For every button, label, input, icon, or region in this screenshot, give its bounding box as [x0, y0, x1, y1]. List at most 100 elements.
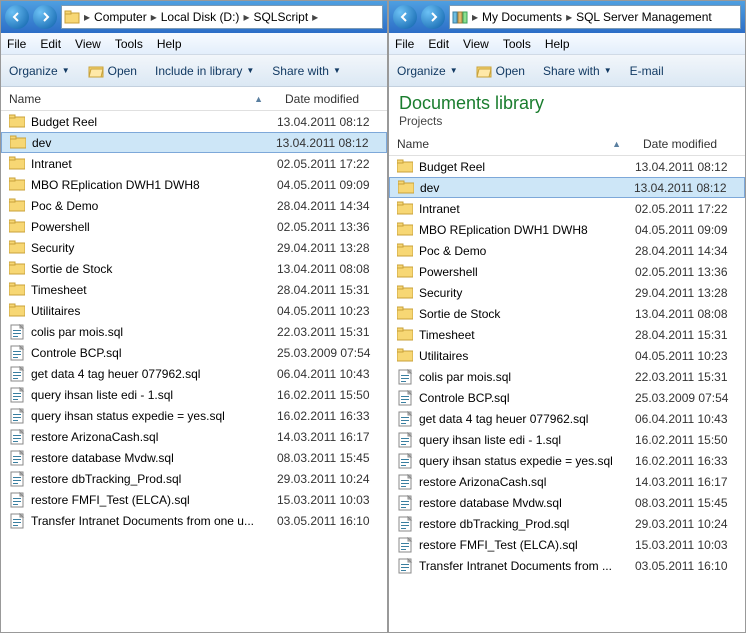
file-row[interactable]: Budget Reel13.04.2011 08:12 [389, 156, 745, 177]
explorer-window-right: ▸ My Documents ▸ SQL Server Management F… [388, 0, 746, 633]
back-button[interactable] [393, 5, 417, 29]
file-row[interactable]: query ihsan liste edi - 1.sql16.02.2011 … [1, 384, 387, 405]
chevron-right-icon[interactable]: ▸ [564, 10, 574, 24]
file-name: Security [31, 241, 277, 255]
file-row[interactable]: Controle BCP.sql25.03.2009 07:54 [389, 387, 745, 408]
file-row[interactable]: Poc & Demo28.04.2011 14:34 [389, 240, 745, 261]
share-with-button[interactable]: Share with▼ [543, 64, 612, 78]
menu-view[interactable]: View [463, 37, 489, 51]
file-row[interactable]: Sortie de Stock13.04.2011 08:08 [1, 258, 387, 279]
column-date[interactable]: Date modified [277, 92, 387, 106]
file-row[interactable]: restore ArizonaCash.sql14.03.2011 16:17 [1, 426, 387, 447]
file-row[interactable]: get data 4 tag heuer 077962.sql06.04.201… [1, 363, 387, 384]
chevron-right-icon[interactable]: ▸ [470, 10, 480, 24]
file-row[interactable]: get data 4 tag heuer 077962.sql06.04.201… [389, 408, 745, 429]
file-row[interactable]: colis par mois.sql22.03.2011 15:31 [389, 366, 745, 387]
file-row[interactable]: Security29.04.2011 13:28 [389, 282, 745, 303]
breadcrumb[interactable]: ▸ Computer ▸ Local Disk (D:) ▸ SQLScript… [61, 5, 383, 29]
file-row[interactable]: query ihsan liste edi - 1.sql16.02.2011 … [389, 429, 745, 450]
file-date: 28.04.2011 14:34 [277, 199, 387, 213]
breadcrumb[interactable]: ▸ My Documents ▸ SQL Server Management [449, 5, 741, 29]
folder-open-icon [88, 64, 104, 78]
menu-help[interactable]: Help [545, 37, 570, 51]
file-row[interactable]: restore ArizonaCash.sql14.03.2011 16:17 [389, 471, 745, 492]
organize-button[interactable]: Organize▼ [9, 64, 70, 78]
file-row[interactable]: dev13.04.2011 08:12 [389, 177, 745, 198]
file-row[interactable]: Utilitaires04.05.2011 10:23 [389, 345, 745, 366]
file-date: 03.05.2011 16:10 [277, 514, 387, 528]
folder-icon [397, 285, 413, 301]
file-row[interactable]: query ihsan status expedie = yes.sql16.0… [1, 405, 387, 426]
breadcrumb-segment[interactable]: SQL Server Management [574, 10, 714, 24]
menu-edit[interactable]: Edit [40, 37, 61, 51]
menu-tools[interactable]: Tools [503, 37, 531, 51]
file-row[interactable]: colis par mois.sql22.03.2011 15:31 [1, 321, 387, 342]
menu-file[interactable]: File [395, 37, 414, 51]
menu-file[interactable]: File [7, 37, 26, 51]
file-date: 15.03.2011 10:03 [635, 538, 745, 552]
file-row[interactable]: Transfer Intranet Documents from ...03.0… [389, 555, 745, 576]
file-row[interactable]: MBO REplication DWH1 DWH804.05.2011 09:0… [389, 219, 745, 240]
file-row[interactable]: query ihsan status expedie = yes.sql16.0… [389, 450, 745, 471]
file-row[interactable]: Poc & Demo28.04.2011 14:34 [1, 195, 387, 216]
file-list[interactable]: Budget Reel13.04.2011 08:12dev13.04.2011… [389, 156, 745, 632]
open-button[interactable]: Open [476, 64, 525, 78]
menu-tools[interactable]: Tools [115, 37, 143, 51]
file-date: 13.04.2011 08:12 [635, 160, 745, 174]
file-date: 04.05.2011 09:09 [277, 178, 387, 192]
file-row[interactable]: Budget Reel13.04.2011 08:12 [1, 111, 387, 132]
file-row[interactable]: Security29.04.2011 13:28 [1, 237, 387, 258]
chevron-right-icon[interactable]: ▸ [310, 10, 320, 24]
file-name: query ihsan status expedie = yes.sql [31, 409, 277, 423]
chevron-right-icon[interactable]: ▸ [149, 10, 159, 24]
file-row[interactable]: Timesheet28.04.2011 15:31 [1, 279, 387, 300]
file-row[interactable]: Sortie de Stock13.04.2011 08:08 [389, 303, 745, 324]
breadcrumb-segment[interactable]: My Documents [480, 10, 564, 24]
folder-icon [9, 177, 25, 193]
back-button[interactable] [5, 5, 29, 29]
open-button[interactable]: Open [88, 64, 137, 78]
email-button[interactable]: E-mail [630, 64, 664, 78]
file-row[interactable]: restore FMFI_Test (ELCA).sql15.03.2011 1… [389, 534, 745, 555]
file-name: restore dbTracking_Prod.sql [419, 517, 635, 531]
file-row[interactable]: Transfer Intranet Documents from one u..… [1, 510, 387, 531]
include-library-button[interactable]: Include in library▼ [155, 64, 254, 78]
file-row[interactable]: Intranet02.05.2011 17:22 [1, 153, 387, 174]
share-with-button[interactable]: Share with▼ [272, 64, 341, 78]
dropdown-icon: ▼ [333, 66, 341, 75]
file-row[interactable]: MBO REplication DWH1 DWH804.05.2011 09:0… [1, 174, 387, 195]
file-row[interactable]: Utilitaires04.05.2011 10:23 [1, 300, 387, 321]
file-row[interactable]: restore dbTracking_Prod.sql29.03.2011 10… [389, 513, 745, 534]
breadcrumb-segment[interactable]: SQLScript [251, 10, 310, 24]
column-name[interactable]: Name▲ [389, 137, 635, 151]
file-date: 06.04.2011 10:43 [277, 367, 387, 381]
organize-button[interactable]: Organize▼ [397, 64, 458, 78]
file-row[interactable]: Powershell02.05.2011 13:36 [1, 216, 387, 237]
menu-view[interactable]: View [75, 37, 101, 51]
file-name: get data 4 tag heuer 077962.sql [419, 412, 635, 426]
file-list[interactable]: Budget Reel13.04.2011 08:12dev13.04.2011… [1, 111, 387, 632]
file-row[interactable]: Intranet02.05.2011 17:22 [389, 198, 745, 219]
file-date: 04.05.2011 10:23 [635, 349, 745, 363]
file-row[interactable]: Timesheet28.04.2011 15:31 [389, 324, 745, 345]
file-name: Intranet [31, 157, 277, 171]
column-name[interactable]: Name▲ [1, 92, 277, 106]
file-row[interactable]: dev13.04.2011 08:12 [1, 132, 387, 153]
breadcrumb-segment[interactable]: Local Disk (D:) [159, 10, 242, 24]
menu-help[interactable]: Help [157, 37, 182, 51]
breadcrumb-segment[interactable]: Computer [92, 10, 149, 24]
column-date[interactable]: Date modified [635, 137, 745, 151]
chevron-right-icon[interactable]: ▸ [241, 10, 251, 24]
file-name: restore database Mvdw.sql [419, 496, 635, 510]
menu-edit[interactable]: Edit [428, 37, 449, 51]
file-row[interactable]: restore database Mvdw.sql08.03.2011 15:4… [1, 447, 387, 468]
file-row[interactable]: Controle BCP.sql25.03.2009 07:54 [1, 342, 387, 363]
forward-button[interactable] [421, 5, 445, 29]
file-row[interactable]: restore FMFI_Test (ELCA).sql15.03.2011 1… [1, 489, 387, 510]
file-row[interactable]: Powershell02.05.2011 13:36 [389, 261, 745, 282]
file-row[interactable]: restore database Mvdw.sql08.03.2011 15:4… [389, 492, 745, 513]
sql-file-icon [9, 324, 25, 340]
file-row[interactable]: restore dbTracking_Prod.sql29.03.2011 10… [1, 468, 387, 489]
forward-button[interactable] [33, 5, 57, 29]
chevron-right-icon[interactable]: ▸ [82, 10, 92, 24]
